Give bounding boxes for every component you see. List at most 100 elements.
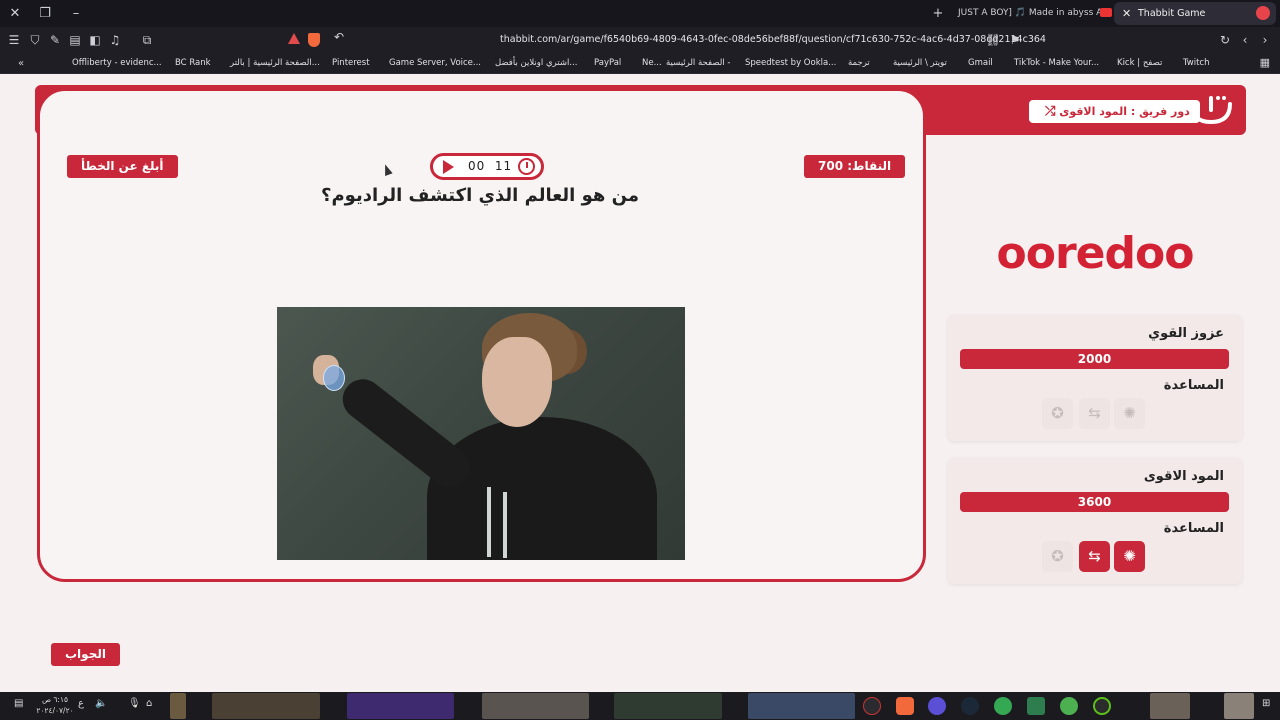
chevron-left-icon[interactable]: « bbox=[18, 53, 24, 74]
shield-icon[interactable]: ⛉ bbox=[26, 30, 44, 50]
help-options: ✪ ⇆ ✺ bbox=[1042, 541, 1148, 573]
menu-icon[interactable]: ☰ bbox=[5, 30, 23, 50]
browser-tabbar: ✕ ❐ – + JUST A BOY] 🎵 Made in abyss AMV … bbox=[0, 0, 1280, 27]
team-card: عزوز القوي 2000 المساعدة ✪ ⇆ ✺ bbox=[948, 315, 1242, 441]
taskbar-thumbnail[interactable] bbox=[748, 693, 855, 719]
steam-icon[interactable] bbox=[961, 697, 979, 715]
language-indicator[interactable]: ع bbox=[78, 698, 84, 709]
bookmark-item[interactable]: PayPal bbox=[594, 53, 621, 74]
network-icon[interactable]: ⌂ bbox=[146, 698, 152, 709]
app-icon[interactable] bbox=[1093, 697, 1111, 715]
swap-icon[interactable]: ⇆ bbox=[1079, 541, 1110, 572]
reset-timer-icon[interactable] bbox=[518, 158, 535, 175]
address-bar: ☰ ⛉ ✎ ▤ ◧ ♫ ⧉ ↶ thabbit.com/ar/game/f654… bbox=[0, 27, 1280, 53]
bookmark-item[interactable]: Ne... bbox=[642, 53, 662, 74]
bookmark-item[interactable]: Twitch bbox=[1183, 53, 1210, 74]
profile-icon[interactable] bbox=[1256, 6, 1270, 20]
bookmark-item[interactable]: Kick | تصفح bbox=[1117, 53, 1162, 74]
star-icon: ✪ bbox=[1042, 398, 1073, 429]
minimize-window-icon[interactable]: – bbox=[66, 4, 86, 24]
excel-icon[interactable] bbox=[1027, 697, 1045, 715]
back-icon[interactable]: ‹ bbox=[1236, 30, 1254, 50]
bookmark-item[interactable]: اشتري اونلاين بأفضل... bbox=[495, 53, 577, 74]
taskbar-thumbnail[interactable] bbox=[482, 693, 589, 719]
app-icon[interactable] bbox=[928, 697, 946, 715]
thabbit-logo bbox=[1190, 96, 1232, 125]
question-image bbox=[277, 307, 685, 560]
taskbar-thumbnail[interactable] bbox=[1224, 693, 1254, 719]
notification-icon[interactable]: ▤ bbox=[14, 698, 23, 709]
sponsor-logo: ooredoo bbox=[996, 228, 1195, 279]
bookmark-item[interactable]: الصفحة الرئيسية - bbox=[666, 53, 730, 74]
forward-icon[interactable]: › bbox=[1256, 30, 1274, 50]
bookmark-item[interactable]: BC Rank bbox=[175, 53, 211, 74]
reload-icon[interactable]: ↻ bbox=[1216, 30, 1234, 50]
bookmark-item[interactable]: Offliberty - evidenc... bbox=[72, 53, 162, 74]
timer-display: 00 11 bbox=[468, 156, 512, 177]
bookmark-icon[interactable]: ⚑ bbox=[1006, 30, 1024, 50]
team-name: عزوز القوي bbox=[1148, 326, 1224, 341]
taskbar-thumbnail[interactable] bbox=[170, 693, 186, 719]
bookmark-item[interactable]: Pinterest bbox=[332, 53, 370, 74]
bookmark-item[interactable]: Game Server, Voice... bbox=[389, 53, 481, 74]
taskbar-thumbnail[interactable] bbox=[1150, 693, 1190, 719]
answer-button[interactable]: الجواب bbox=[51, 643, 120, 666]
help-label: المساعدة bbox=[1163, 521, 1224, 536]
tab-youtube[interactable]: JUST A BOY] 🎵 Made in abyss AMV bbox=[950, 3, 1112, 24]
brave-shield-icon[interactable] bbox=[308, 33, 320, 47]
swap-icon: ⇆ bbox=[1079, 398, 1110, 429]
link-icon[interactable]: ⛓ bbox=[984, 30, 1002, 50]
bookmark-item[interactable]: Gmail bbox=[968, 53, 993, 74]
timer-seconds: 11 bbox=[494, 159, 513, 173]
app-icon[interactable] bbox=[1060, 697, 1078, 715]
tab-thabbit-game[interactable]: ✕ Thabbit Game bbox=[1114, 2, 1276, 25]
clock[interactable]: ٦:١٥ ص ٢٠٢٤/٠٧/٢٠ bbox=[30, 694, 80, 716]
volume-icon[interactable]: 🔈 bbox=[95, 698, 107, 709]
question-text: من هو العالم الذي اكتشف الراديوم؟ bbox=[321, 185, 639, 206]
team-turn-indicator: دور فريق : المود الاقوى ⤮ bbox=[1029, 100, 1200, 123]
bookmark-item[interactable]: TikTok - Make Your... bbox=[1014, 53, 1099, 74]
help-label: المساعدة bbox=[1163, 378, 1224, 393]
url-text: thabbit.com/ar/game/f6540b69-4809-4643-0… bbox=[500, 34, 1046, 45]
hint-bulb-icon[interactable]: ✺ bbox=[1114, 541, 1145, 572]
play-icon[interactable] bbox=[443, 160, 454, 174]
url-field[interactable]: ↶ thabbit.com/ar/game/f6540b69-4809-4643… bbox=[280, 29, 1046, 51]
undo-icon[interactable]: ↶ bbox=[334, 30, 344, 44]
sidebar-icon[interactable]: ◧ bbox=[86, 30, 104, 50]
timer: 00 11 bbox=[430, 153, 544, 180]
chrome-icon[interactable] bbox=[994, 697, 1012, 715]
taskbar: ▤ ٦:١٥ ص ٢٠٢٤/٠٧/٢٠ ع 🔈 🎙 ⌂ ⊞ bbox=[0, 692, 1280, 720]
taskbar-thumbnail[interactable] bbox=[347, 693, 454, 719]
close-window-icon[interactable]: ✕ bbox=[5, 4, 25, 24]
close-tab-icon[interactable]: ✕ bbox=[1122, 2, 1131, 25]
team-score: 3600 bbox=[960, 492, 1229, 512]
music-icon[interactable]: ♫ bbox=[106, 30, 124, 50]
restore-window-icon[interactable]: ❐ bbox=[35, 4, 55, 24]
brush-icon[interactable]: ✎ bbox=[46, 30, 64, 50]
all-bookmarks-icon[interactable]: ▦ bbox=[1260, 56, 1270, 69]
star-icon: ✪ bbox=[1042, 541, 1073, 572]
tabs-icon[interactable]: ▤ bbox=[66, 30, 84, 50]
turn-label: دور فريق : المود الاقوى bbox=[1059, 105, 1190, 118]
app-icon[interactable] bbox=[863, 697, 881, 715]
bookmark-item[interactable]: تويتر \ الرئيسية bbox=[893, 53, 947, 74]
report-error-button[interactable]: أبلغ عن الخطأ bbox=[67, 155, 178, 178]
team-card: المود الاقوى 3600 المساعدة ✪ ⇆ ✺ bbox=[948, 458, 1242, 584]
new-tab-icon[interactable]: + bbox=[928, 4, 948, 24]
points-badge: النقاط: 700 bbox=[804, 155, 906, 178]
screenshot-icon[interactable]: ⧉ bbox=[138, 30, 156, 50]
bookmark-item[interactable]: Speedtest by Ookla... bbox=[745, 53, 836, 74]
taskbar-thumbnail[interactable] bbox=[212, 693, 320, 719]
taskbar-thumbnail[interactable] bbox=[614, 693, 722, 719]
timer-minutes: 00 bbox=[468, 159, 486, 173]
clock-time: ٦:١٥ ص bbox=[41, 695, 69, 704]
bookmarks-bar: « Offliberty - evidenc... BC Rank الصفحة… bbox=[0, 53, 1280, 74]
shuffle-icon: ⤮ bbox=[1045, 104, 1056, 119]
brave-icon[interactable] bbox=[896, 697, 914, 715]
bookmark-item[interactable]: الصفحة الرئيسية | بالتر... bbox=[230, 53, 320, 74]
clock-date: ٢٠٢٤/٠٧/٢٠ bbox=[36, 706, 74, 715]
help-options: ✪ ⇆ ✺ bbox=[1042, 398, 1148, 430]
bookmark-item[interactable]: ترجمة bbox=[848, 53, 870, 74]
mic-icon[interactable]: 🎙 bbox=[128, 698, 141, 709]
start-icon[interactable]: ⊞ bbox=[1262, 698, 1270, 709]
